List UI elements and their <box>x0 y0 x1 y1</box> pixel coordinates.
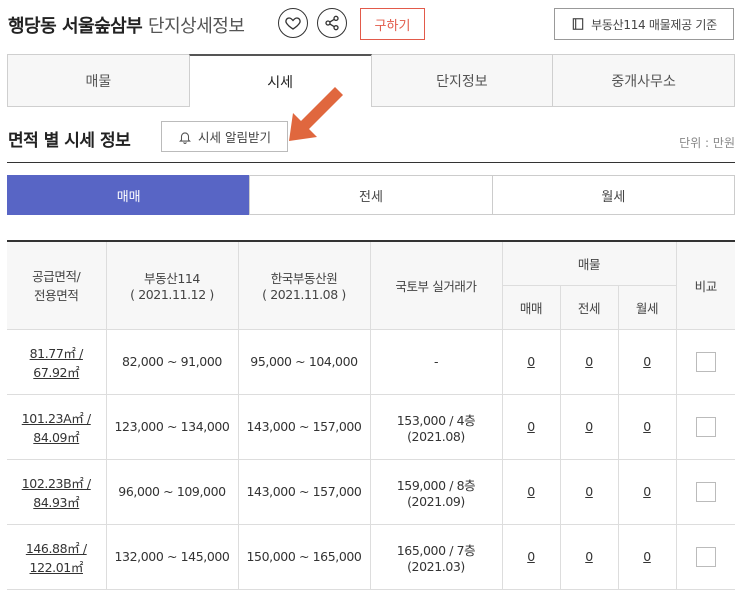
jeonse-count-link[interactable]: 0 <box>585 419 593 434</box>
monthly-count-link[interactable]: 0 <box>643 419 651 434</box>
tab-listings[interactable]: 매물 <box>7 55 190 107</box>
kab-price: 143,000 ~ 157,000 <box>237 458 371 525</box>
arrow-pointer-icon <box>289 87 343 141</box>
r114-price: 123,000 ~ 134,000 <box>105 393 239 460</box>
compare-cell <box>675 328 735 395</box>
area-cell: 102.23B㎡ /84.93㎡ <box>7 458 107 525</box>
complex-name: 행당동 서울숲삼부 <box>8 16 143 37</box>
monthly-count-link[interactable]: 0 <box>643 484 651 499</box>
sale-count-link[interactable]: 0 <box>527 419 535 434</box>
header-r114: 부동산114 ( 2021.11.12 ) <box>105 240 239 330</box>
sale-count-cell: 0 <box>501 458 561 525</box>
section-title: 면적 별 시세 정보 <box>8 131 131 151</box>
molit-price: 153,000 / 4층 (2021.08) <box>369 393 503 460</box>
section-divider <box>7 162 735 163</box>
page-header: 행당동 서울숲삼부 단지상세정보 구하기 부동산114 매물제공 기준 <box>0 0 749 48</box>
header-compare: 비교 <box>675 240 735 330</box>
monthly-count-cell: 0 <box>617 458 677 525</box>
price-table: 공급면적/ 전용면적 부동산114 ( 2021.11.12 ) 한국부동산원 … <box>7 240 735 590</box>
monthly-count-cell: 0 <box>617 393 677 460</box>
jeonse-count-link[interactable]: 0 <box>585 549 593 564</box>
share-button[interactable] <box>317 8 347 38</box>
r114-price: 132,000 ~ 145,000 <box>105 523 239 590</box>
main-tabs: 매물 시세 단지정보 중개사무소 <box>7 54 735 107</box>
sale-count-link[interactable]: 0 <box>527 484 535 499</box>
tab-jeonse[interactable]: 전세 <box>249 175 493 215</box>
tab-monthly-rent[interactable]: 월세 <box>491 175 735 215</box>
tab-sale[interactable]: 매매 <box>7 175 251 215</box>
favorite-button[interactable] <box>278 8 308 38</box>
jeonse-count-cell: 0 <box>559 523 619 590</box>
listing-source-label: 부동산114 매물제공 기준 <box>591 17 717 32</box>
table-row: 101.23A㎡ /84.09㎡ 123,000 ~ 134,000 143,0… <box>7 393 735 460</box>
sale-count-cell: 0 <box>501 523 561 590</box>
header-area: 공급면적/ 전용면적 <box>7 240 107 330</box>
sale-count-link[interactable]: 0 <box>527 549 535 564</box>
kab-price: 95,000 ~ 104,000 <box>237 328 371 395</box>
molit-price: - <box>369 328 503 395</box>
monthly-count-cell: 0 <box>617 523 677 590</box>
molit-price: 165,000 / 7층 (2021.03) <box>369 523 503 590</box>
area-link[interactable]: 102.23B㎡ /84.93㎡ <box>22 476 91 510</box>
buy-request-label: 구하기 <box>374 18 411 34</box>
area-cell: 146.88㎡ /122.01㎡ <box>7 523 107 590</box>
area-link[interactable]: 81.77㎡ /67.92㎡ <box>30 346 84 380</box>
sale-count-cell: 0 <box>501 328 561 395</box>
header-listing-sale: 매매 <box>502 284 561 330</box>
kab-price: 143,000 ~ 157,000 <box>237 393 371 460</box>
area-cell: 81.77㎡ /67.92㎡ <box>7 328 107 395</box>
bell-icon <box>179 131 191 144</box>
unit-label: 단위 : 만원 <box>679 136 735 150</box>
compare-cell <box>675 393 735 460</box>
compare-cell <box>675 523 735 590</box>
price-alert-label: 시세 알림받기 <box>198 130 271 145</box>
jeonse-count-link[interactable]: 0 <box>585 484 593 499</box>
heart-icon <box>285 17 301 30</box>
sale-count-link[interactable]: 0 <box>527 354 535 369</box>
monthly-count-cell: 0 <box>617 328 677 395</box>
buy-request-button[interactable]: 구하기 <box>360 8 425 40</box>
area-cell: 101.23A㎡ /84.09㎡ <box>7 393 107 460</box>
book-icon <box>572 18 584 30</box>
price-alert-button[interactable]: 시세 알림받기 <box>161 121 288 152</box>
header-listing-monthly: 월세 <box>617 284 676 330</box>
tab-agencies[interactable]: 중개사무소 <box>552 55 735 107</box>
jeonse-count-link[interactable]: 0 <box>585 354 593 369</box>
area-link[interactable]: 101.23A㎡ /84.09㎡ <box>22 411 91 445</box>
monthly-count-link[interactable]: 0 <box>643 354 651 369</box>
deal-type-tabs: 매매 전세 월세 <box>7 175 735 215</box>
compare-checkbox[interactable] <box>695 481 716 502</box>
r114-price: 82,000 ~ 91,000 <box>105 328 239 395</box>
r114-price: 96,000 ~ 109,000 <box>105 458 239 525</box>
sale-count-cell: 0 <box>501 393 561 460</box>
table-row: 102.23B㎡ /84.93㎡ 96,000 ~ 109,000 143,00… <box>7 458 735 525</box>
jeonse-count-cell: 0 <box>559 328 619 395</box>
compare-checkbox[interactable] <box>695 416 716 437</box>
header-kab: 한국부동산원 ( 2021.11.08 ) <box>237 240 371 330</box>
table-row: 146.88㎡ /122.01㎡ 132,000 ~ 145,000 150,0… <box>7 523 735 590</box>
share-icon <box>325 15 339 31</box>
tab-complex-info[interactable]: 단지정보 <box>370 55 554 107</box>
kab-price: 150,000 ~ 165,000 <box>237 523 371 590</box>
header-molit: 국토부 실거래가 <box>369 240 503 330</box>
compare-cell <box>675 458 735 525</box>
monthly-count-link[interactable]: 0 <box>643 549 651 564</box>
page-title: 행당동 서울숲삼부 단지상세정보 <box>8 12 245 38</box>
jeonse-count-cell: 0 <box>559 393 619 460</box>
compare-checkbox[interactable] <box>695 546 716 567</box>
page-subtitle: 단지상세정보 <box>148 16 245 37</box>
listing-source-button[interactable]: 부동산114 매물제공 기준 <box>554 8 734 40</box>
area-link[interactable]: 146.88㎡ /122.01㎡ <box>26 541 87 575</box>
header-listing-jeonse: 전세 <box>559 284 619 330</box>
table-row: 81.77㎡ /67.92㎡ 82,000 ~ 91,000 95,000 ~ … <box>7 328 735 395</box>
compare-checkbox[interactable] <box>695 351 716 372</box>
molit-price: 159,000 / 8층 (2021.09) <box>369 458 503 525</box>
header-listing: 매물 <box>501 240 677 286</box>
jeonse-count-cell: 0 <box>559 458 619 525</box>
